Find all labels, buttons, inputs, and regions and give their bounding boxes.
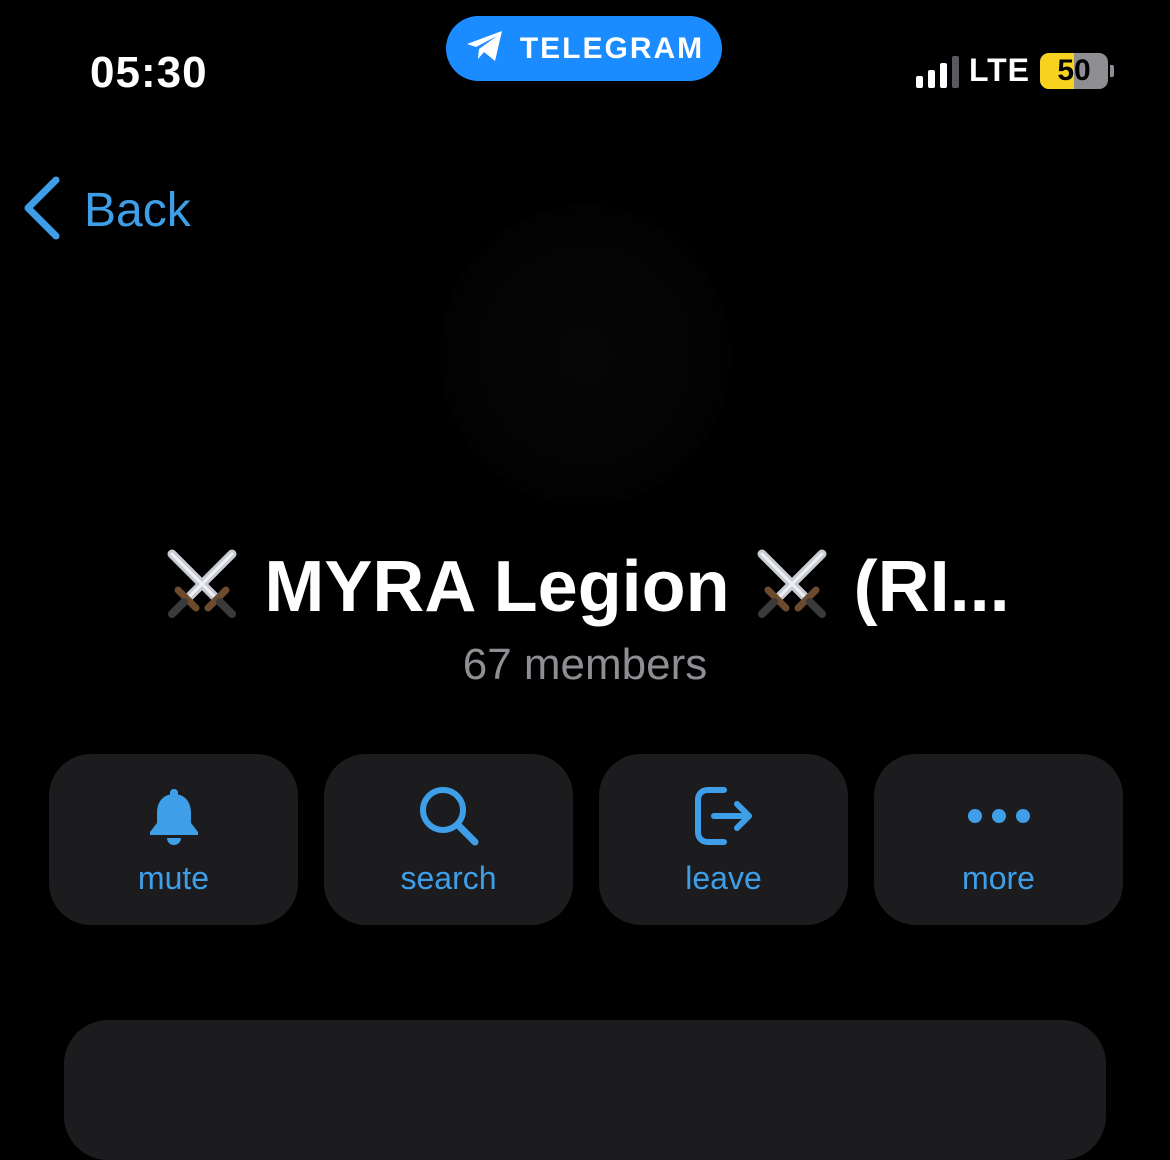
action-buttons: mute search leave more xyxy=(49,754,1123,925)
crossed-swords-icon xyxy=(160,542,244,631)
signal-strength-icon xyxy=(915,54,959,88)
battery-icon: 50 xyxy=(1040,52,1114,89)
more-button[interactable]: more xyxy=(874,754,1123,925)
search-label: search xyxy=(400,860,497,896)
leave-icon xyxy=(692,784,756,848)
back-label: Back xyxy=(84,184,191,237)
return-to-telegram-pill[interactable]: TELEGRAM xyxy=(446,16,722,81)
search-button[interactable]: search xyxy=(324,754,573,925)
group-name: MYRA Legion xyxy=(264,546,730,627)
battery-level: 50 xyxy=(1057,53,1091,87)
chevron-left-icon xyxy=(22,176,62,245)
telegram-plane-icon xyxy=(464,28,506,69)
more-icon xyxy=(966,784,1032,848)
group-avatar[interactable] xyxy=(440,205,730,505)
group-name-suffix: (RI... xyxy=(853,546,1010,627)
network-type: LTE xyxy=(968,52,1030,88)
mute-label: mute xyxy=(137,860,210,896)
mute-button[interactable]: mute xyxy=(49,754,298,925)
bell-icon xyxy=(144,784,204,848)
search-icon xyxy=(417,784,481,848)
crossed-swords-icon xyxy=(750,542,834,631)
back-button[interactable]: Back xyxy=(22,176,191,245)
leave-label: leave xyxy=(685,860,762,896)
info-section-card xyxy=(64,1020,1106,1160)
status-time: 05:30 xyxy=(90,48,208,97)
more-label: more xyxy=(962,860,1035,896)
group-title: MYRA Legion (RI... xyxy=(0,542,1170,631)
leave-button[interactable]: leave xyxy=(599,754,848,925)
status-indicators: LTE 50 xyxy=(915,52,1114,89)
return-pill-label: TELEGRAM xyxy=(519,31,705,65)
member-count: 67 members xyxy=(462,640,708,689)
